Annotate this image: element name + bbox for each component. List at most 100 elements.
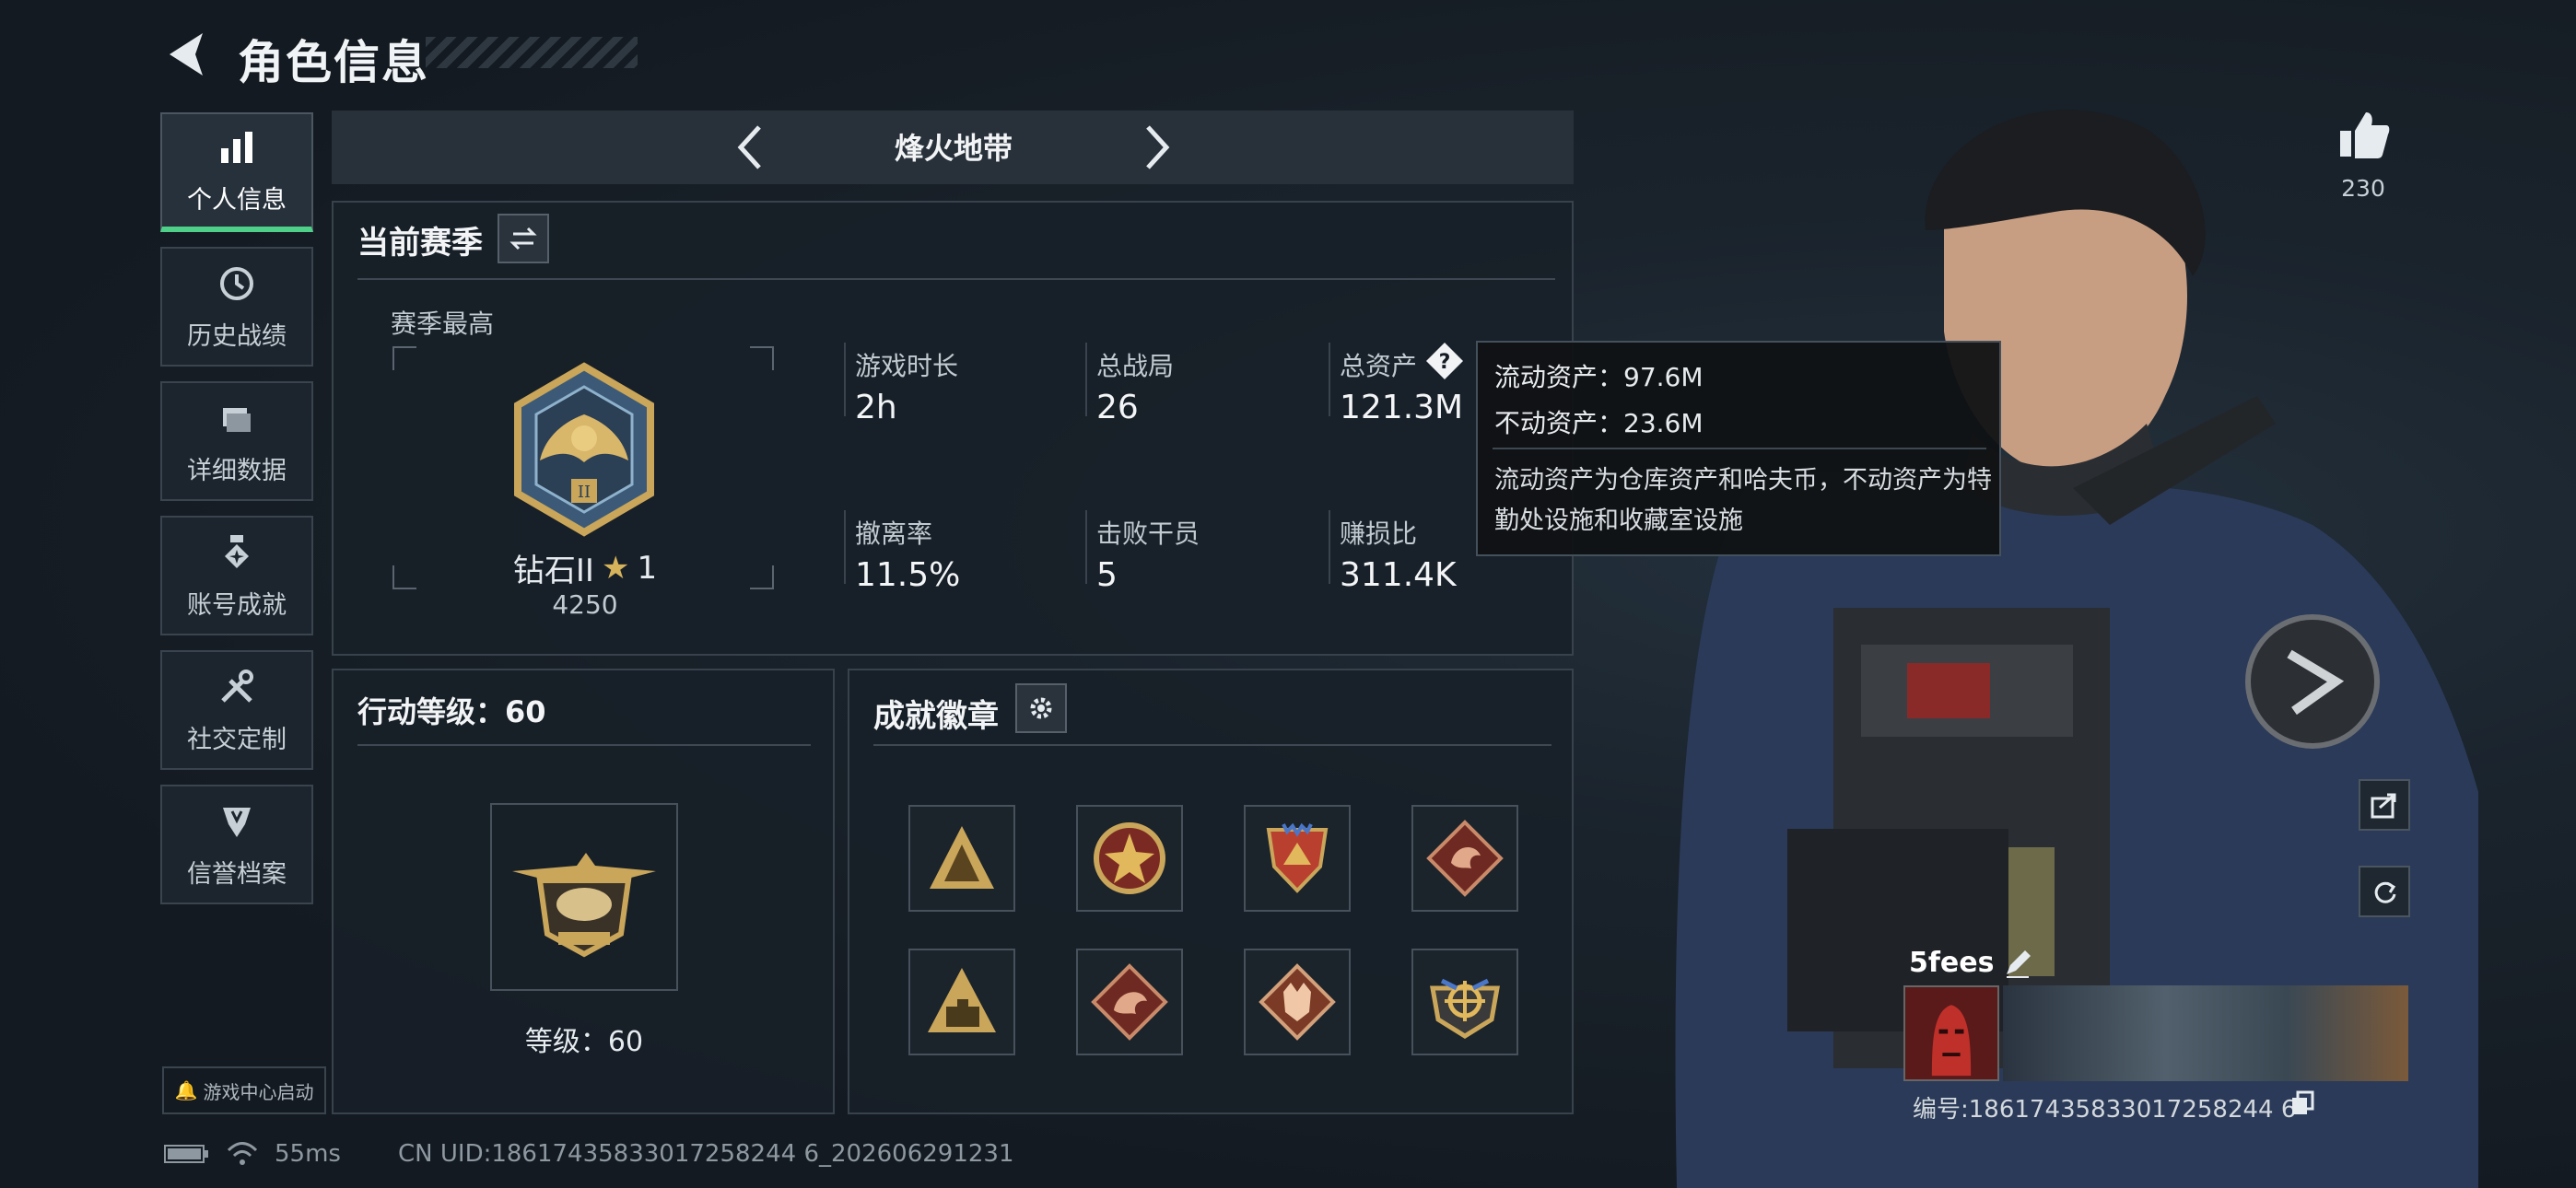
red-face-avatar-icon	[1905, 987, 1997, 1079]
star-emblem-badge-icon	[1094, 822, 1165, 894]
achievement-badge-3[interactable]	[1244, 805, 1351, 912]
page-title: 角色信息	[238, 36, 429, 89]
medal-icon	[225, 534, 249, 568]
launch-label: 游戏中心启动	[203, 1080, 314, 1103]
stat-value-extract-rate: 11.5%	[855, 556, 961, 594]
rank-name: 钻石II	[512, 553, 594, 589]
frame-corner	[750, 565, 774, 589]
gear-icon	[1030, 697, 1052, 719]
history-icon	[220, 266, 253, 300]
achievement-badge-4[interactable]	[1411, 805, 1518, 912]
fixed-assets-line: 不动资产：23.6M	[1494, 408, 1704, 438]
chevron-left-icon[interactable]	[728, 120, 774, 175]
stat-divider	[1329, 510, 1330, 584]
nav-label: 详细数据	[187, 456, 287, 485]
back-arrow-icon[interactable]	[158, 26, 216, 83]
share-button[interactable]	[2359, 779, 2410, 831]
mode-name: 烽火地带	[894, 131, 1013, 166]
stat-value-profit-ratio: 311.4K	[1340, 556, 1457, 594]
nav-label: 社交定制	[187, 725, 287, 754]
pencil-icon[interactable]	[2001, 947, 2034, 980]
copy-icon[interactable]	[2289, 1090, 2316, 1118]
nav-label: 个人信息	[187, 185, 287, 215]
liquid-assets-line: 流动资产：97.6M	[1494, 362, 1704, 392]
nav-item-reputation[interactable]: 信誉档案	[160, 785, 313, 904]
rank-points: 4250	[552, 589, 618, 620]
star-icon: ★	[601, 549, 630, 587]
frame-corner	[392, 565, 416, 589]
stat-divider	[1085, 510, 1087, 584]
separator	[1493, 448, 1986, 449]
wifi-icon	[227, 1142, 258, 1165]
rank-stars: 1	[637, 549, 658, 587]
stat-divider	[844, 510, 846, 584]
tools-icon	[221, 669, 253, 703]
stat-value-total-assets: 121.3M	[1340, 389, 1464, 426]
nav-item-detailed-data[interactable]: 详细数据	[160, 381, 313, 501]
ping-value: 55ms	[275, 1140, 341, 1168]
shield-star-badge-icon	[1266, 822, 1329, 893]
like-count: 230	[2341, 175, 2385, 202]
svg-text:?: ?	[1439, 351, 1451, 374]
achievement-settings-button[interactable]	[1015, 683, 1067, 733]
stat-label-profit-ratio: 赚损比	[1340, 518, 1418, 549]
nav-label: 信誉档案	[187, 859, 287, 889]
swap-icon	[509, 227, 537, 250]
svg-text:II: II	[578, 483, 591, 502]
assets-tooltip: 流动资产：97.6M 不动资产：23.6M 流动资产为仓库资产和哈夫币，不动资产…	[1476, 341, 2001, 556]
achievement-badge-8[interactable]	[1411, 949, 1518, 1055]
chevron-right-icon[interactable]	[1133, 120, 1179, 175]
achievement-badge-7[interactable]	[1244, 949, 1351, 1055]
achievement-badge-6[interactable]	[1076, 949, 1183, 1055]
help-icon[interactable]: ?	[1424, 341, 1465, 381]
stat-value-operators-defeated: 5	[1096, 556, 1118, 594]
bell-icon: 🔔	[174, 1079, 198, 1101]
achievement-badge-1[interactable]	[908, 805, 1015, 912]
title-decoration	[426, 37, 638, 68]
game-center-launch-button[interactable]: 🔔 游戏中心启动	[162, 1066, 326, 1114]
achievement-badge-2[interactable]	[1076, 805, 1183, 912]
device-status: 55ms	[164, 1140, 341, 1168]
season-best-label: 赛季最高	[391, 309, 495, 339]
nav-item-achievements[interactable]: 账号成就	[160, 516, 313, 635]
separator	[357, 744, 811, 746]
separator	[873, 744, 1551, 746]
stat-divider	[1085, 343, 1087, 416]
nav-item-personal-info[interactable]: 个人信息	[160, 112, 313, 232]
nav-label: 历史战绩	[187, 321, 287, 351]
folder-icon	[223, 407, 251, 432]
stat-label-extract-rate: 撤离率	[855, 518, 933, 549]
season-title: 当前赛季	[357, 225, 483, 262]
stat-value-total-matches: 26	[1096, 389, 1139, 426]
achievement-badge-5[interactable]	[908, 949, 1015, 1055]
stat-label-total-assets: 总资产	[1340, 351, 1418, 381]
share-icon	[2371, 793, 2396, 819]
separator	[357, 278, 1555, 280]
shield-icon	[223, 807, 251, 837]
player-banner	[2003, 985, 2408, 1081]
soldiers-triangle-badge-icon	[928, 968, 996, 1032]
helicopter-level-badge-icon	[512, 853, 656, 958]
frame-corner	[392, 346, 416, 370]
thumbs-up-icon[interactable]	[2336, 107, 2392, 162]
avatar[interactable]	[1903, 985, 1999, 1081]
stat-value-play-time: 2h	[855, 389, 897, 426]
bar-chart-icon	[221, 131, 252, 163]
diamond-rank-emblem-icon: II	[514, 362, 654, 537]
nav-item-social-custom[interactable]: 社交定制	[160, 650, 313, 770]
player-id: 编号:18617435833017258244 6	[1913, 1096, 2297, 1124]
refresh-icon	[2374, 881, 2396, 903]
rank-name-row: 钻石II ★ 1	[507, 545, 663, 590]
dragon-badge-icon	[1091, 963, 1168, 1041]
player-name: 5fees	[1909, 947, 1995, 979]
nav-item-history[interactable]: 历史战绩	[160, 247, 313, 367]
rotate-button[interactable]	[2359, 866, 2410, 917]
action-level-title: 行动等级：60	[357, 694, 546, 729]
switch-season-button[interactable]	[498, 214, 549, 263]
triangle-badge-icon	[930, 826, 994, 889]
stat-divider	[1329, 343, 1330, 416]
assets-note: 流动资产为仓库资产和哈夫币，不动资产为特勤处设施和收藏室设施	[1494, 466, 1992, 535]
frame-corner	[750, 346, 774, 370]
battery-icon	[164, 1145, 208, 1163]
stat-divider	[844, 343, 846, 416]
